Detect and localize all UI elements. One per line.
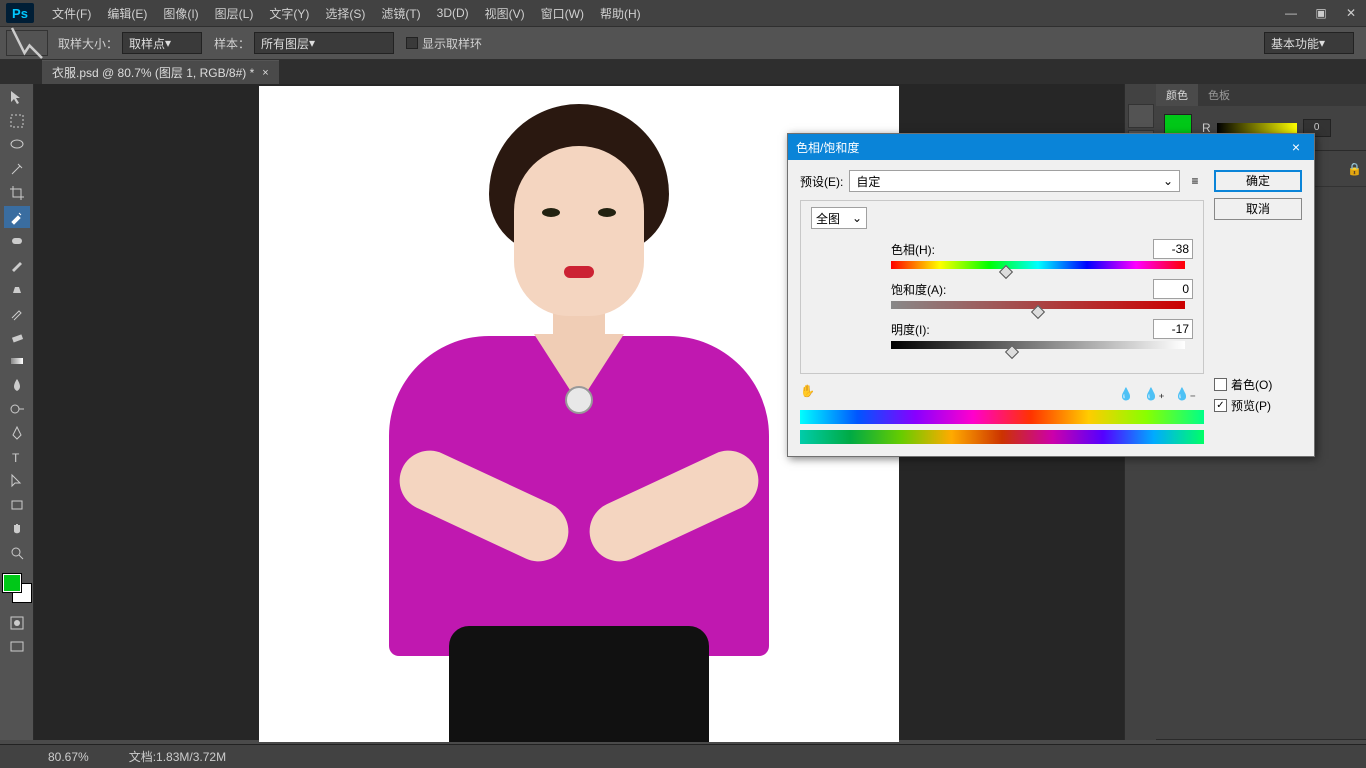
document-tab-label: 衣服.psd @ 80.7% (图层 1, RGB/8#) * [52, 64, 254, 81]
options-bar: 取样大小： 取样点▾ 样本： 所有图层▾ 显示取样环 基本功能▾ [0, 26, 1366, 60]
color-strip-bottom [800, 430, 1204, 444]
preset-select[interactable]: 自定⌄ [849, 170, 1180, 192]
show-ring-label: 显示取样环 [422, 35, 482, 52]
marquee-tool[interactable] [4, 110, 30, 132]
eyedropper-sub-icon[interactable]: 💧₋ [1175, 387, 1196, 401]
hue-input[interactable] [1153, 239, 1193, 259]
menu-type[interactable]: 文字(Y) [261, 5, 317, 22]
dialog-titlebar[interactable]: 色相/饱和度 × [788, 134, 1314, 160]
eyedropper-add-icon[interactable]: 💧₊ [1143, 387, 1164, 401]
dialog-title: 色相/饱和度 [796, 139, 859, 156]
color-tab[interactable]: 颜色 [1156, 84, 1198, 106]
lightness-input[interactable] [1153, 319, 1193, 339]
minimize-button[interactable]: — [1276, 0, 1306, 26]
document-tab-bar: 衣服.psd @ 80.7% (图层 1, RGB/8#) * × [0, 60, 1366, 84]
hue-saturation-dialog: 色相/饱和度 × 预设(E): 自定⌄ ≡ 全图⌄ 色相(H): [787, 133, 1315, 457]
shape-tool[interactable] [4, 494, 30, 516]
gradient-tool[interactable] [4, 350, 30, 372]
preset-label: 预设(E): [800, 173, 843, 190]
svg-text:T: T [12, 451, 20, 465]
menu-bar: Ps 文件(F) 编辑(E) 图像(I) 图层(L) 文字(Y) 选择(S) 滤… [0, 0, 1366, 26]
sample-size-label: 取样大小： [58, 35, 118, 52]
healing-brush-tool[interactable] [4, 230, 30, 252]
ok-button[interactable]: 确定 [1214, 170, 1302, 192]
menu-file[interactable]: 文件(F) [44, 5, 99, 22]
lock-icon[interactable]: 🔒 [1347, 162, 1362, 176]
document-tab[interactable]: 衣服.psd @ 80.7% (图层 1, RGB/8#) * × [42, 60, 279, 84]
maximize-button[interactable]: ▣ [1306, 0, 1336, 26]
preview-checkbox-row[interactable]: ✓预览(P) [1214, 397, 1302, 414]
workspace-select[interactable]: 基本功能▾ [1264, 32, 1354, 54]
menu-window[interactable]: 窗口(W) [533, 5, 592, 22]
menu-select[interactable]: 选择(S) [317, 5, 373, 22]
color-strip-top [800, 410, 1204, 424]
adjustment-fieldset: 全图⌄ 色相(H): 饱和度(A): 明度(I): [800, 200, 1204, 374]
sample-label: 样本： [214, 35, 250, 52]
sample-layers-select[interactable]: 所有图层▾ [254, 32, 394, 54]
document-close-icon[interactable]: × [262, 67, 268, 79]
lightness-label: 明度(I): [891, 321, 971, 338]
path-selection-tool[interactable] [4, 470, 30, 492]
lasso-tool[interactable] [4, 134, 30, 156]
crop-tool[interactable] [4, 182, 30, 204]
eyedropper-icon[interactable]: 💧 [1118, 387, 1133, 401]
menu-help[interactable]: 帮助(H) [592, 5, 649, 22]
zoom-tool[interactable] [4, 542, 30, 564]
menu-image[interactable]: 图像(I) [155, 5, 206, 22]
tool-preset-icon[interactable] [6, 30, 48, 56]
menu-layer[interactable]: 图层(L) [207, 5, 262, 22]
menu-view[interactable]: 视图(V) [477, 5, 533, 22]
move-tool[interactable] [4, 86, 30, 108]
cancel-button[interactable]: 取消 [1214, 198, 1302, 220]
r-slider[interactable] [1217, 123, 1297, 133]
status-bar: 80.67% 文档:1.83M/3.72M [0, 744, 1366, 768]
saturation-input[interactable] [1153, 279, 1193, 299]
type-tool[interactable]: T [4, 446, 30, 468]
preset-menu-icon[interactable]: ≡ [1186, 174, 1204, 188]
foreground-color-swatch[interactable] [3, 574, 21, 592]
range-select[interactable]: 全图⌄ [811, 207, 867, 229]
zoom-level[interactable]: 80.67% [48, 750, 89, 764]
saturation-slider[interactable] [891, 301, 1185, 309]
saturation-label: 饱和度(A): [891, 281, 971, 298]
scrubby-icon[interactable]: ✋ [800, 384, 820, 404]
blur-tool[interactable] [4, 374, 30, 396]
brush-tool[interactable] [4, 254, 30, 276]
sample-size-select[interactable]: 取样点▾ [122, 32, 202, 54]
hue-slider[interactable] [891, 261, 1185, 269]
colorize-checkbox-row[interactable]: 着色(O) [1214, 376, 1302, 393]
menu-edit[interactable]: 编辑(E) [99, 5, 155, 22]
preview-checkbox[interactable]: ✓ [1214, 399, 1227, 412]
history-brush-tool[interactable] [4, 302, 30, 324]
quick-mask-tool[interactable] [4, 612, 30, 634]
window-controls: — ▣ ✕ [1276, 0, 1366, 26]
menu-filter[interactable]: 滤镜(T) [373, 5, 428, 22]
hand-tool[interactable] [4, 518, 30, 540]
toolbox: T [0, 84, 34, 740]
lightness-slider[interactable] [891, 341, 1185, 349]
eyedropper-tool[interactable] [4, 206, 30, 228]
hue-label: 色相(H): [891, 241, 971, 258]
magic-wand-tool[interactable] [4, 158, 30, 180]
menu-3d[interactable]: 3D(D) [429, 6, 477, 20]
doc-size: 文档:1.83M/3.72M [129, 748, 226, 765]
screen-mode-tool[interactable] [4, 636, 30, 658]
pen-tool[interactable] [4, 422, 30, 444]
dodge-tool[interactable] [4, 398, 30, 420]
eraser-tool[interactable] [4, 326, 30, 348]
color-swatches[interactable] [3, 574, 31, 602]
ps-logo: Ps [6, 3, 34, 23]
dock-icon-1[interactable] [1128, 104, 1154, 128]
dialog-close-icon[interactable]: × [1286, 139, 1306, 155]
swatches-tab[interactable]: 色板 [1198, 84, 1240, 106]
clone-stamp-tool[interactable] [4, 278, 30, 300]
close-button[interactable]: ✕ [1336, 0, 1366, 26]
show-ring-checkbox[interactable] [406, 37, 418, 49]
colorize-checkbox[interactable] [1214, 378, 1227, 391]
